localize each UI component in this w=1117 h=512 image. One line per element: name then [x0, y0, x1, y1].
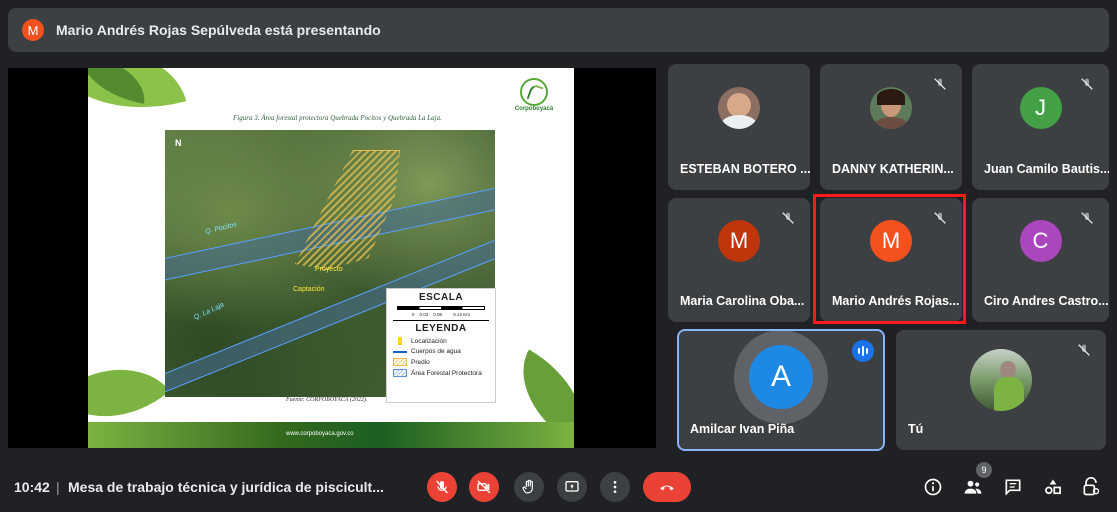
participant-avatar: M — [718, 220, 760, 262]
figure-source: Fuente: CORPOBOYACÁ (2022). — [286, 397, 368, 403]
chat-button[interactable] — [1002, 476, 1024, 498]
legend-item: Localización — [393, 337, 489, 345]
more-vert-icon — [613, 481, 617, 493]
selection-highlight — [813, 194, 966, 324]
legend-item: Área Forestal Protectora — [393, 369, 489, 377]
participant-tile[interactable]: DANNY KATHERIN... — [820, 64, 962, 190]
more-options-button[interactable] — [600, 472, 630, 502]
scale-ticks: 0 0.03 0.06 0.12 Km — [411, 312, 471, 317]
hang-up-icon — [660, 485, 674, 491]
map-legend: ESCALA 0 0.03 0.06 0.12 Km LEYENDA Local… — [386, 288, 496, 403]
camera-off-icon — [477, 480, 491, 494]
predio-swatch-icon — [393, 358, 407, 366]
footer-url: www.corpoboyaca.gov.co — [286, 431, 354, 437]
forest-area-swatch-icon — [393, 369, 407, 377]
presenting-banner: M Mario Andrés Rojas Sepúlveda está pres… — [8, 8, 1109, 52]
figure-caption: Figura 3. Área forestal protectora Quebr… — [233, 114, 442, 122]
participant-name: ESTEBAN BOTERO ... — [680, 162, 810, 176]
participant-name: Ciro Andres Castro... — [984, 294, 1109, 308]
activities-button[interactable] — [1042, 476, 1064, 498]
separator: | — [56, 479, 60, 495]
present-screen-icon — [565, 481, 579, 492]
info-icon — [924, 478, 942, 496]
river-label: Q. Pocitos — [204, 221, 238, 236]
legend-title: LEYENDA — [393, 320, 489, 334]
participant-name: DANNY KATHERIN... — [832, 162, 954, 176]
scale-title: ESCALA — [418, 292, 464, 303]
activities-icon — [1045, 479, 1061, 495]
mic-off-icon — [436, 480, 448, 494]
participant-tile[interactable]: ESTEBAN BOTERO ... — [668, 64, 810, 190]
meeting-details-button[interactable] — [922, 476, 944, 498]
clock: 10:42 — [14, 479, 50, 495]
participant-name: Tú — [908, 422, 924, 436]
self-tile[interactable]: Tú — [896, 330, 1106, 450]
participant-count-badge: 9 — [976, 462, 992, 478]
chat-icon — [1005, 479, 1021, 496]
participant-tile[interactable]: J Juan Camilo Bautis... — [972, 64, 1109, 190]
lock-person-icon — [1083, 477, 1100, 496]
shared-presentation[interactable]: Corpoboyacá Figura 3. Área forestal prot… — [8, 68, 656, 448]
present-screen-button[interactable] — [557, 472, 587, 502]
participant-photo — [718, 87, 760, 129]
hand-icon — [522, 479, 533, 494]
corpoboyaca-logo: Corpoboyacá — [514, 78, 554, 112]
location-pin-icon — [393, 337, 407, 345]
legend-item: Predio — [393, 358, 489, 366]
legend-label: Cuerpos de agua — [411, 348, 461, 355]
participant-photo — [870, 87, 912, 129]
participant-photo — [970, 349, 1032, 411]
legend-label: Predio — [411, 358, 430, 366]
presenting-text: Mario Andrés Rojas Sepúlveda está presen… — [56, 22, 381, 38]
participant-name: Maria Carolina Oba... — [680, 294, 805, 308]
logo-icon — [520, 78, 548, 106]
predio-area — [295, 150, 400, 270]
host-controls-button[interactable] — [1080, 476, 1102, 498]
people-icon — [964, 480, 982, 494]
participant-tile[interactable]: C Ciro Andres Castro... — [972, 198, 1109, 322]
participant-avatar: J — [1019, 87, 1062, 129]
captacion-label: Captación — [293, 286, 325, 293]
water-line-icon — [393, 350, 407, 353]
speaking-border — [677, 329, 885, 451]
bottom-toolbar: 10:42 | Mesa de trabajo técnica y jurídi… — [0, 462, 1117, 512]
camera-toggle-button[interactable] — [469, 472, 499, 502]
legend-label: Localización — [411, 337, 447, 345]
participant-tile[interactable]: M Maria Carolina Oba... — [668, 198, 810, 322]
river-label: Q. La Laja — [193, 301, 226, 322]
participant-name: Juan Camilo Bautis... — [984, 162, 1109, 176]
people-button[interactable] — [962, 476, 984, 498]
presenter-avatar: M — [22, 19, 44, 41]
raise-hand-button[interactable] — [514, 472, 544, 502]
leave-call-button[interactable] — [643, 472, 691, 502]
presentation-slide: Corpoboyacá Figura 3. Área forestal prot… — [88, 68, 574, 448]
legend-label: Área Forestal Protectora — [411, 369, 482, 377]
meeting-title: Mesa de trabajo técnica y jurídica de pi… — [68, 479, 384, 495]
logo-text: Corpoboyacá — [514, 106, 554, 112]
mic-toggle-button[interactable] — [427, 472, 457, 502]
scale-bar — [397, 306, 485, 310]
legend-item: Cuerpos de agua — [393, 348, 489, 355]
proyecto-label: Proyecto — [315, 266, 343, 273]
north-arrow: N — [175, 138, 182, 148]
slide-footer: www.corpoboyaca.gov.co — [88, 422, 574, 448]
participant-avatar: C — [1019, 220, 1062, 262]
